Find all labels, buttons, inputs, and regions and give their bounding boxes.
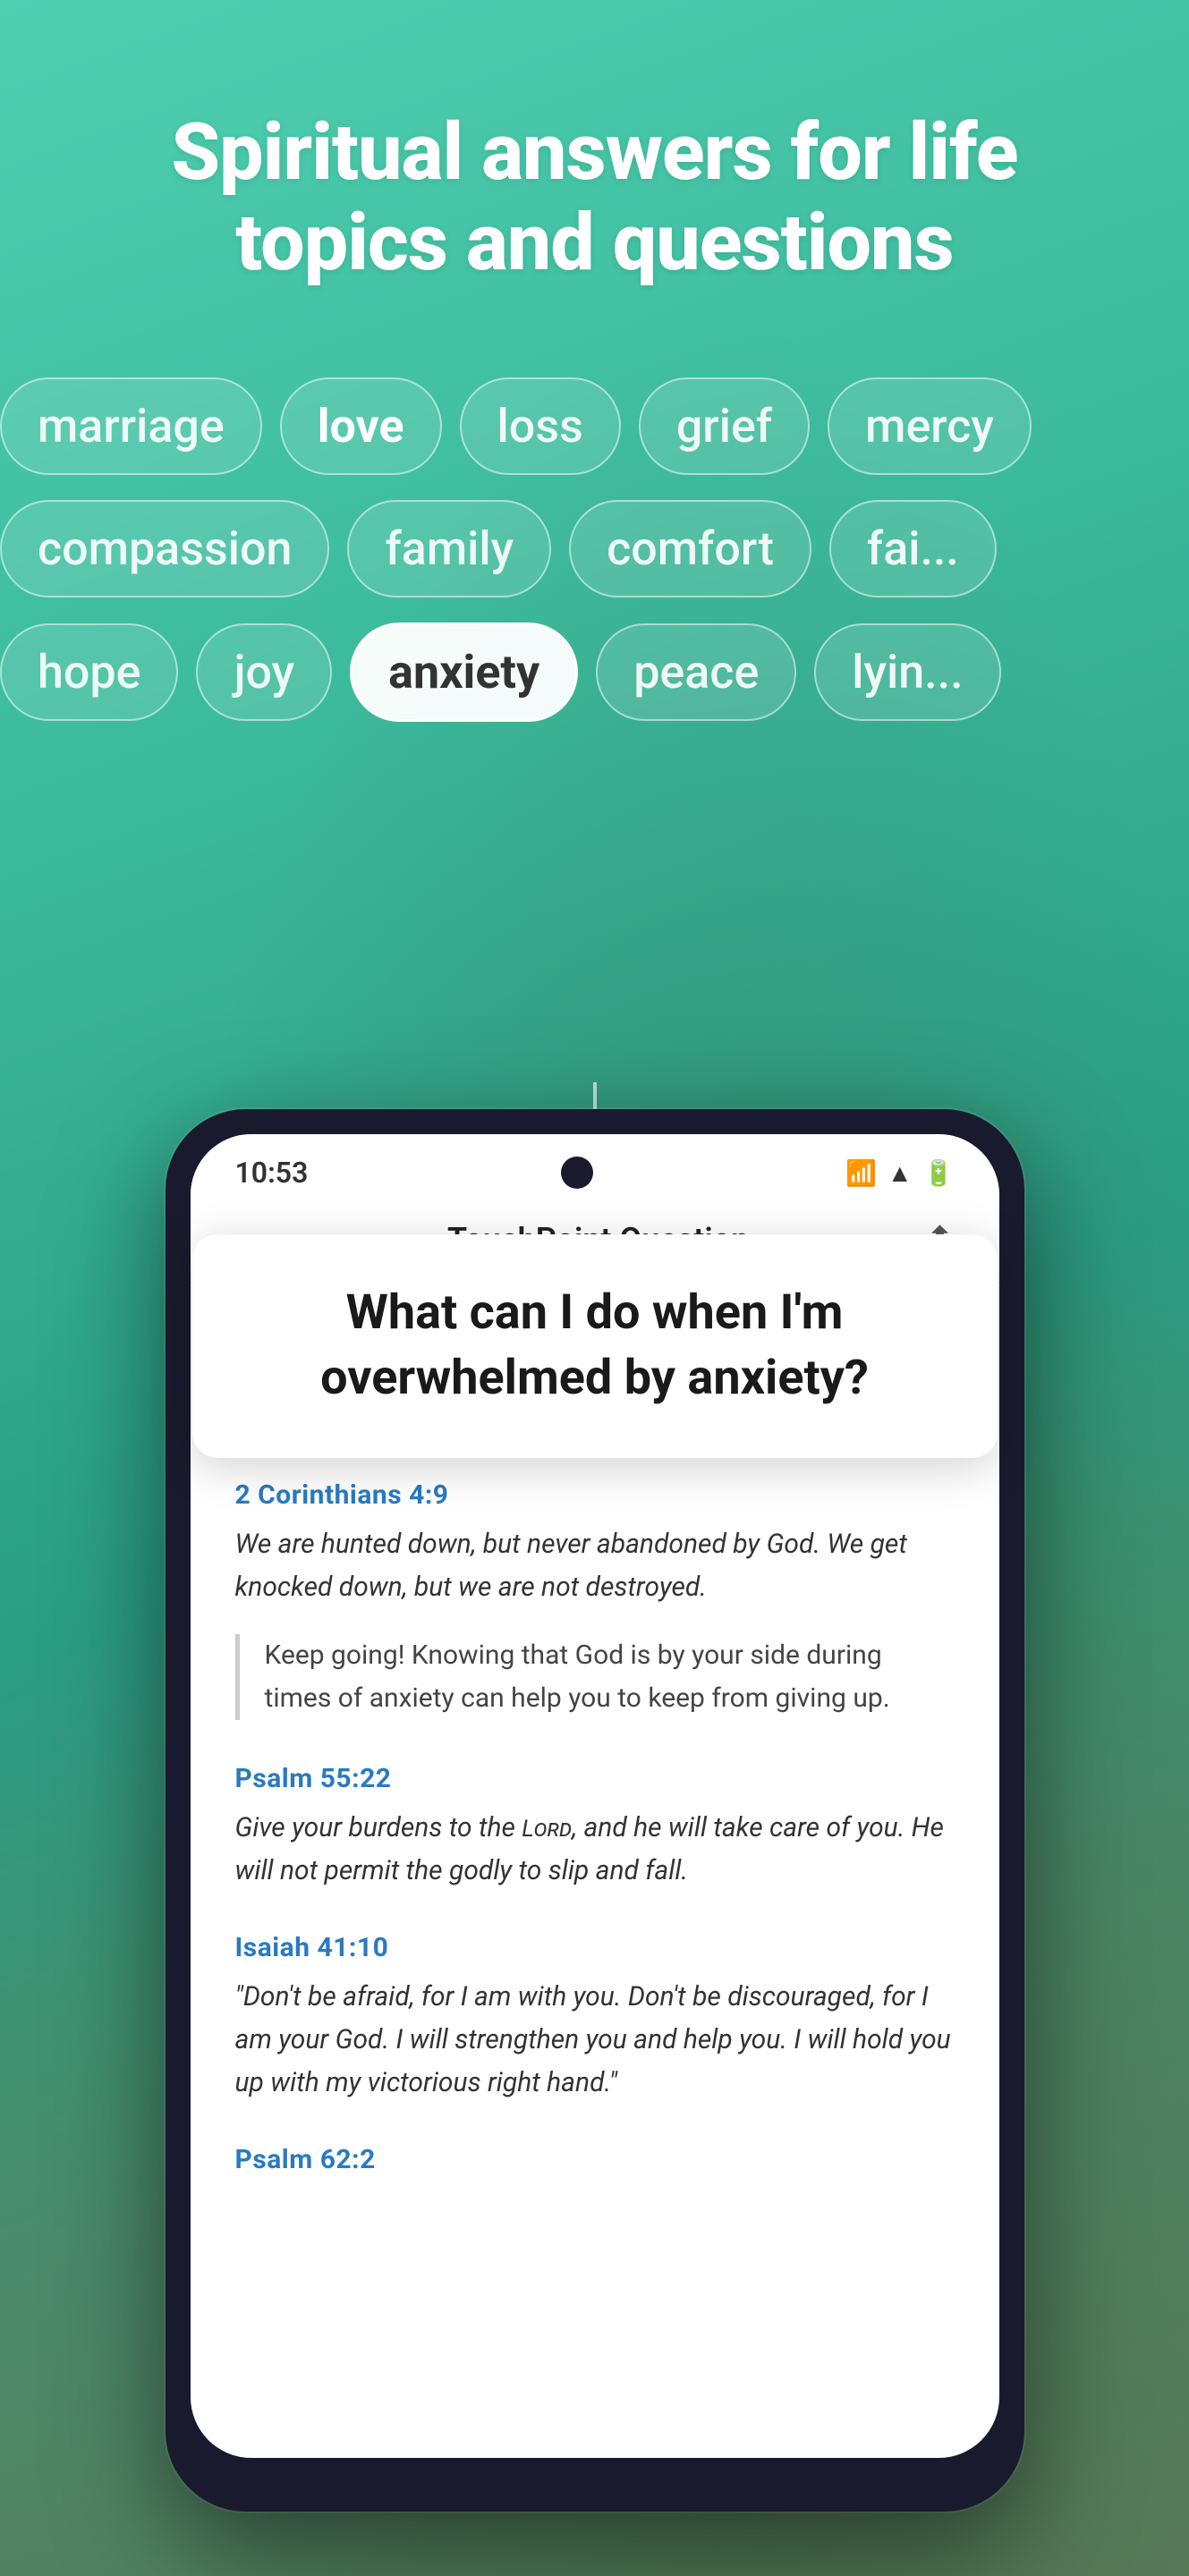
header-title-line2: topics and questions [235,197,953,289]
scripture-block-3: Isaiah 41:10 "Don't be afraid, for I am … [235,1932,955,2105]
tag-marriage[interactable]: marriage [0,377,262,475]
tags-section: marriage love loss grief mercy compassio… [0,342,1189,722]
scripture-ref-3[interactable]: Isaiah 41:10 [235,1932,955,1963]
phone-content: 2 Corinthians 4:9 We are hunted down, bu… [191,1444,999,2250]
phone-status-bar: 10:53 📶 ▲ 🔋 [191,1134,999,1200]
scripture-block-4: Psalm 62:2 [235,2144,955,2175]
tags-row-1: marriage love loss grief mercy [0,377,1189,475]
comment-text-1: Keep going! Knowing that God is by your … [265,1634,955,1720]
tag-peace[interactable]: peace [596,623,796,721]
wifi-icon: 📶 [845,1158,877,1188]
scripture-ref-4[interactable]: Psalm 62:2 [235,2144,955,2175]
header-title: Spiritual answers for life topics and qu… [72,107,1117,288]
tag-compassion[interactable]: compassion [0,500,329,597]
question-text: What can I do when I'm overwhelmed by an… [255,1281,935,1411]
tag-mercy[interactable]: mercy [828,377,1032,475]
status-icons: 📶 ▲ 🔋 [845,1158,954,1188]
tag-grief[interactable]: grief [639,377,810,475]
tag-anxiety[interactable]: anxiety [350,623,578,722]
scripture-ref-1[interactable]: 2 Corinthians 4:9 [235,1479,955,1511]
tag-faith[interactable]: fai... [829,500,997,597]
tag-love[interactable]: love [280,377,442,475]
tag-loss[interactable]: loss [460,377,621,475]
question-card: What can I do when I'm overwhelmed by an… [192,1234,998,1458]
scripture-text-1: We are hunted down, but never abandoned … [235,1523,955,1609]
tag-family[interactable]: family [347,500,551,597]
tag-joy[interactable]: joy [196,623,332,721]
header-title-line1: Spiritual answers for life [172,106,1018,199]
tags-row-3: hope joy anxiety peace lyin... [0,623,1189,722]
battery-icon: 🔋 [923,1158,955,1188]
tags-row-2: compassion family comfort fai... [0,500,1189,597]
signal-icon: ▲ [888,1158,913,1188]
scripture-text-2: Give your burdens to the Lord, and he wi… [235,1807,955,1893]
scripture-text-3: "Don't be afraid, for I am with you. Don… [235,1976,955,2105]
scripture-comment-1: Keep going! Knowing that God is by your … [235,1634,955,1720]
header-section: Spiritual answers for life topics and qu… [0,0,1189,342]
tag-lying[interactable]: lyin... [814,623,1000,721]
status-time: 10:53 [235,1156,309,1190]
tag-comfort[interactable]: comfort [569,500,811,597]
scripture-ref-2[interactable]: Psalm 55:22 [235,1763,955,1794]
scripture-block-1: 2 Corinthians 4:9 We are hunted down, bu… [235,1479,955,1720]
tag-hope[interactable]: hope [0,623,178,721]
camera-dot [561,1157,593,1189]
scripture-block-2: Psalm 55:22 Give your burdens to the Lor… [235,1763,955,1893]
